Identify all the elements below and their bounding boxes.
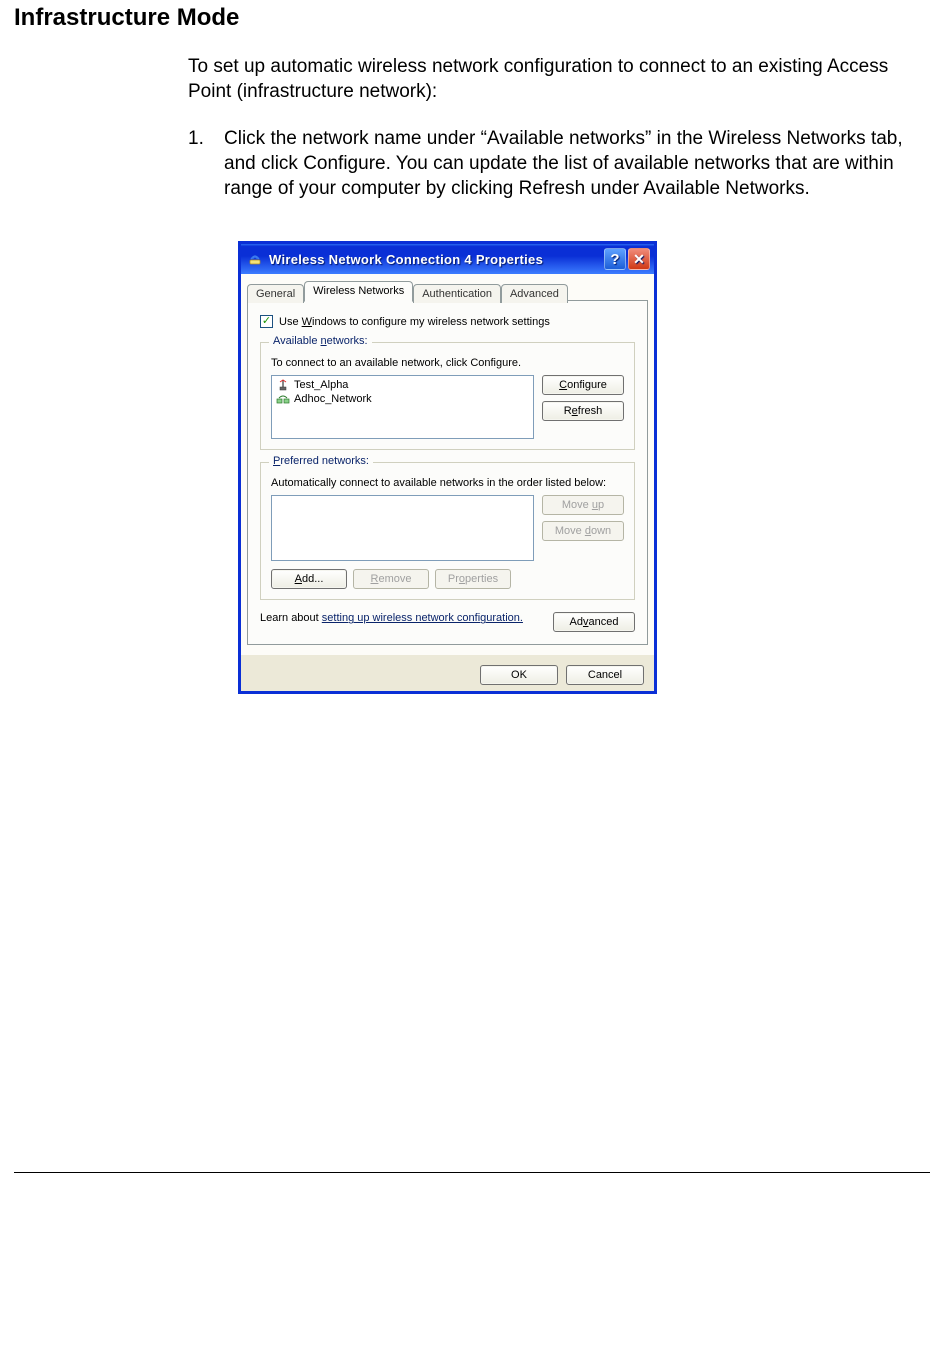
preferred-networks-desc: Automatically connect to available netwo… [271, 477, 624, 489]
tab-wireless-networks[interactable]: Wireless Networks [304, 281, 413, 302]
tab-panel: ✓ Use Windows to configure my wireless n… [247, 300, 648, 645]
dialog-bottom-buttons: OK Cancel [241, 655, 654, 691]
intro-paragraph: To set up automatic wireless network con… [188, 54, 930, 104]
network-name: Adhoc_Network [294, 393, 372, 405]
checkbox-checked-icon[interactable]: ✓ [260, 315, 273, 328]
titlebar[interactable]: Wireless Network Connection 4 Properties… [241, 244, 654, 274]
step-text: Click the network name under “Available … [224, 126, 930, 201]
tab-authentication[interactable]: Authentication [413, 284, 501, 303]
preferred-networks-legend: Preferred networks: [269, 455, 373, 467]
preferred-networks-group: Preferred networks: Automatically connec… [260, 462, 635, 600]
infrastructure-network-icon [276, 379, 290, 391]
tab-general[interactable]: General [247, 284, 304, 303]
help-button[interactable]: ? [604, 248, 626, 270]
available-networks-group: Available networks: To connect to an ava… [260, 342, 635, 450]
available-networks-list[interactable]: Test_Alpha [271, 375, 534, 439]
properties-button: Properties [435, 569, 511, 589]
adhoc-network-icon [276, 393, 290, 405]
tab-advanced[interactable]: Advanced [501, 284, 568, 303]
list-item[interactable]: Adhoc_Network [274, 392, 531, 406]
tabs-row: General Wireless Networks Authentication… [247, 280, 648, 301]
network-name: Test_Alpha [294, 379, 348, 391]
setup-wireless-link[interactable]: setting up wireless network configuratio… [322, 612, 523, 624]
move-down-button: Move down [542, 521, 624, 541]
configure-button[interactable]: Configure [542, 375, 624, 395]
ok-button[interactable]: OK [480, 665, 558, 685]
available-networks-desc: To connect to an available network, clic… [271, 357, 624, 369]
move-up-button: Move up [542, 495, 624, 515]
refresh-button[interactable]: Refresh [542, 401, 624, 421]
properties-dialog: Wireless Network Connection 4 Properties… [238, 241, 657, 694]
list-item[interactable]: Test_Alpha [274, 378, 531, 392]
add-button[interactable]: Add... [271, 569, 347, 589]
dialog-title: Wireless Network Connection 4 Properties [269, 252, 602, 267]
cancel-button[interactable]: Cancel [566, 665, 644, 685]
preferred-networks-list[interactable] [271, 495, 534, 561]
learn-about-text: Learn about setting up wireless network … [260, 612, 523, 624]
use-windows-checkbox-row[interactable]: ✓ Use Windows to configure my wireless n… [260, 315, 635, 328]
wireless-app-icon [247, 251, 263, 267]
step-number: 1. [188, 126, 224, 201]
step-list: 1. Click the network name under “Availab… [188, 126, 930, 201]
available-networks-legend: Available networks: [269, 335, 372, 347]
use-windows-label: Use Windows to configure my wireless net… [279, 316, 550, 328]
footer-rule [14, 1172, 930, 1173]
advanced-button[interactable]: Advanced [553, 612, 635, 632]
section-heading: Infrastructure Mode [14, 4, 930, 32]
remove-button: Remove [353, 569, 429, 589]
close-button[interactable]: ✕ [628, 248, 650, 270]
